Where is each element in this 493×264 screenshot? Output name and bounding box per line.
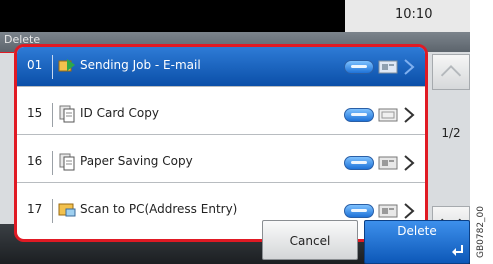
job-label: Scan to PC(Address Entry) xyxy=(80,202,238,216)
figure-code: GB0782_00 xyxy=(476,205,486,258)
cancel-button-label: Cancel xyxy=(289,234,331,248)
list-item[interactable]: 01 Sending Job - E-mail xyxy=(17,47,425,87)
copy-mode-icon xyxy=(378,108,398,122)
list-item[interactable]: 16 Paper Saving Copy xyxy=(17,143,425,183)
copy-job-icon xyxy=(59,105,75,123)
divider xyxy=(52,199,53,223)
job-label: Paper Saving Copy xyxy=(80,154,193,168)
toggle-indicator xyxy=(344,108,374,122)
page-indicator: 1/2 xyxy=(441,126,461,140)
chevron-right-icon xyxy=(404,203,415,219)
send-email-job-icon xyxy=(58,59,75,72)
toggle-indicator xyxy=(344,60,374,74)
scan-mode-icon xyxy=(378,60,398,74)
scan-to-pc-job-icon xyxy=(58,203,76,217)
scan-mode-icon xyxy=(378,156,398,170)
delete-button-label: Delete xyxy=(397,224,437,238)
divider xyxy=(52,55,53,79)
job-number: 01 xyxy=(27,58,43,72)
callout-line xyxy=(0,52,14,53)
chevron-right-icon xyxy=(404,155,415,171)
job-number: 15 xyxy=(27,106,43,120)
status-bar: 10:10 xyxy=(0,0,470,32)
enter-icon xyxy=(452,245,463,256)
job-number: 16 xyxy=(27,154,43,168)
copy-job-icon xyxy=(59,153,75,171)
job-number: 17 xyxy=(27,202,43,216)
chevron-right-icon xyxy=(404,59,415,75)
toggle-indicator xyxy=(344,156,374,170)
job-label: Sending Job - E-mail xyxy=(80,58,201,72)
list-item[interactable]: 15 ID Card Copy xyxy=(17,95,425,135)
divider xyxy=(52,103,53,127)
chevron-right-icon xyxy=(404,107,415,123)
job-list: 01 Sending Job - E-mail 15 ID Card Copy xyxy=(14,44,428,242)
delete-button[interactable]: Delete xyxy=(364,220,470,264)
job-label: ID Card Copy xyxy=(80,106,159,120)
cancel-button[interactable]: Cancel xyxy=(262,220,358,260)
divider xyxy=(52,151,53,175)
toggle-indicator xyxy=(344,204,374,218)
scan-mode-icon xyxy=(378,204,398,218)
scroll-up-button[interactable] xyxy=(432,54,470,90)
chevron-up-icon xyxy=(440,64,462,77)
clock: 10:10 xyxy=(395,7,433,22)
